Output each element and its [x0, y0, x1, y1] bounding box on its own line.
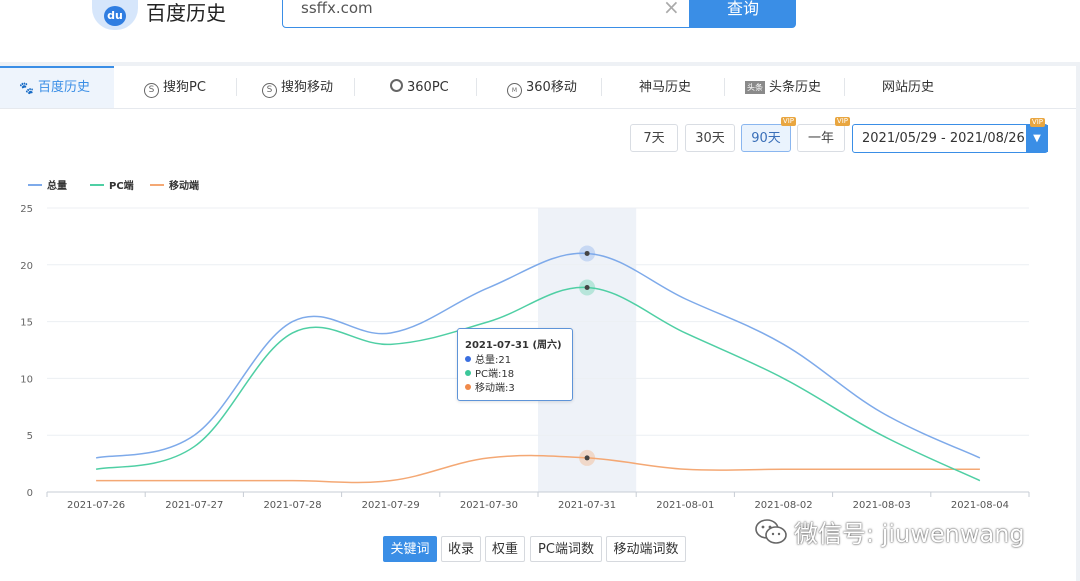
x-tick-label: 2021-08-02 [754, 500, 812, 511]
y-tick-label: 0 [27, 488, 33, 499]
x-tick-label: 2021-07-31 [558, 500, 616, 511]
tooltip-dot [465, 384, 471, 390]
metric-pc-words-button[interactable]: PC端词数 [530, 536, 602, 562]
x-tick-label: 2021-08-01 [656, 500, 714, 511]
x-tick-label: 2021-08-03 [853, 500, 911, 511]
x-tick-label: 2021-08-04 [951, 500, 1009, 511]
tooltip-dot [465, 370, 471, 376]
x-tick-label: 2021-07-30 [460, 500, 518, 511]
y-tick-label: 25 [20, 204, 33, 215]
metric-weight-button[interactable]: 权重 [485, 536, 525, 562]
x-tick-label: 2021-07-28 [263, 500, 321, 511]
x-tick-label: 2021-07-29 [362, 500, 420, 511]
metric-keywords-button[interactable]: 关键词 [383, 536, 437, 562]
hover-point [585, 455, 590, 460]
hover-point [585, 251, 590, 256]
wechat-icon [754, 518, 788, 546]
y-tick-label: 10 [20, 374, 33, 385]
tooltip-row-pc: PC端:18 [465, 365, 514, 380]
x-tick-label: 2021-07-27 [165, 500, 223, 511]
tooltip-row-total: 总量:21 [465, 351, 511, 366]
tooltip-row-mobile: 移动端:3 [465, 379, 515, 394]
tooltip-value: 移动端:3 [475, 383, 515, 394]
y-tick-label: 5 [27, 431, 33, 442]
metric-mobile-words-button[interactable]: 移动端词数 [606, 536, 686, 562]
chart-tooltip: 2021-07-31 (周六) 总量:21 PC端:18 移动端:3 [457, 328, 573, 401]
hover-point [585, 285, 590, 290]
tooltip-title: 2021-07-31 (周六) [465, 336, 562, 351]
watermark-text: 微信号: jiuwenwang [794, 520, 1025, 548]
trend-chart: 0 5 10 15 20 25 2021-07-26 2021-07-27 2021-07-28… [0, 0, 1076, 530]
tooltip-dot [465, 356, 471, 362]
y-tick-label: 20 [20, 261, 33, 272]
metric-indexed-button[interactable]: 收录 [441, 536, 481, 562]
x-tick-label: 2021-07-26 [67, 500, 125, 511]
wechat-watermark: 微信号: jiuwenwang [754, 514, 1025, 548]
y-tick-label: 15 [20, 318, 33, 329]
